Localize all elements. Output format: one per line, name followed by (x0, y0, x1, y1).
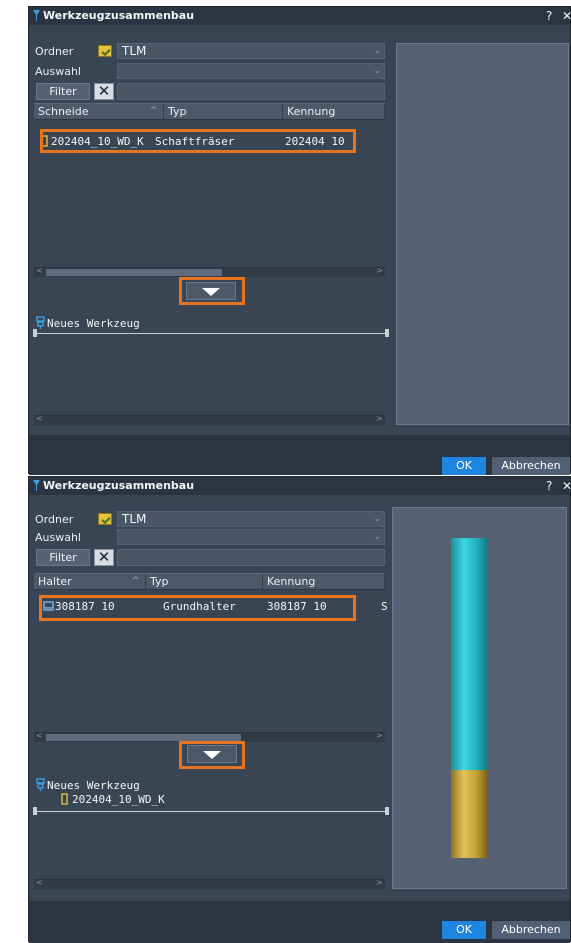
folder-combo[interactable]: TLM ⌄ (117, 43, 385, 59)
scroll-left-icon[interactable]: < (36, 878, 43, 887)
selection-label: Auswahl (35, 65, 81, 78)
column-header-typ[interactable]: Typ (146, 574, 263, 589)
folder-value: TLM (122, 512, 147, 526)
clear-filter-button[interactable]: ✕ (94, 83, 114, 100)
column-label: Kennung (267, 575, 316, 588)
filter-input[interactable] (117, 549, 385, 566)
folder-combo[interactable]: TLM ⌄ (117, 511, 385, 527)
help-button[interactable]: ? (546, 477, 552, 495)
tree-child-label: 202404_10_WD_K (72, 793, 165, 806)
help-button[interactable]: ? (546, 7, 552, 25)
dialog-title: Werkzeugzusammenbau (43, 479, 195, 492)
close-button[interactable]: ✕ (562, 477, 571, 495)
tree-horizontal-scrollbar[interactable]: < > (34, 414, 385, 425)
tree-root-label: Neues Werkzeug (47, 779, 140, 792)
scroll-left-icon[interactable]: < (36, 266, 43, 275)
column-label: Schneide (38, 105, 89, 118)
chevron-down-icon: ⌄ (373, 514, 381, 524)
folder-icon[interactable] (98, 45, 112, 57)
tree-horizontal-scrollbar[interactable]: < > (34, 878, 385, 889)
cancel-button[interactable]: Abbrechen (492, 457, 570, 475)
table-header: Schneide ^ Typ Kennung (34, 103, 385, 120)
scroll-right-icon[interactable]: > (376, 878, 383, 887)
column-header-kennung[interactable]: Kennung (263, 574, 385, 589)
scrollbar-thumb[interactable] (46, 269, 222, 276)
filter-button[interactable]: Filter (36, 549, 90, 566)
dialog-title: Werkzeugzusammenbau (43, 9, 195, 22)
button-highlight (179, 741, 245, 769)
dialog-titlebar[interactable]: Werkzeugzusammenbau ? ✕ (29, 477, 571, 495)
button-highlight (179, 277, 245, 305)
selection-label: Auswahl (35, 531, 81, 544)
scroll-right-icon[interactable]: > (376, 731, 383, 740)
dialog-titlebar[interactable]: Werkzeugzusammenbau ? ✕ (29, 7, 571, 25)
cancel-button[interactable]: Abbrechen (492, 921, 570, 939)
folder-label: Ordner (35, 513, 74, 526)
column-label: Halter (38, 575, 72, 588)
selection-combo[interactable]: ⌄ (117, 63, 385, 79)
scroll-right-icon[interactable]: > (376, 266, 383, 275)
column-header-typ[interactable]: Typ (164, 104, 283, 119)
column-header-kennung[interactable]: Kennung (283, 104, 385, 119)
selection-combo[interactable]: ⌄ (117, 529, 385, 545)
horizontal-scrollbar[interactable]: < > (34, 266, 385, 277)
werkzeug-icon (33, 480, 40, 491)
tool-tree-icon (36, 316, 45, 329)
sort-icon: ^ (150, 106, 158, 116)
scroll-right-icon[interactable]: > (376, 414, 383, 423)
chevron-down-icon: ⌄ (373, 532, 381, 542)
tree-line (34, 333, 386, 334)
tool-preview (392, 507, 567, 889)
dialog-footer: OK Abbrechen (29, 435, 570, 475)
tool-tree-icon (36, 778, 45, 791)
close-button[interactable]: ✕ (562, 7, 571, 25)
scroll-left-icon[interactable]: < (36, 731, 43, 740)
insert-icon (61, 793, 68, 805)
folder-label: Ordner (35, 45, 74, 58)
column-header-halter[interactable]: Halter ^ (34, 574, 146, 589)
tree-bar-cap (385, 807, 389, 815)
table-header: Halter ^ Typ Kennung (34, 573, 385, 590)
tree-line (34, 811, 386, 812)
scroll-left-icon[interactable]: < (36, 414, 43, 423)
tool-cutter (451, 770, 487, 858)
werkzeug-icon (33, 10, 40, 21)
clear-filter-button[interactable]: ✕ (94, 549, 114, 566)
folder-value: TLM (122, 44, 147, 58)
dialog-footer: OK Abbrechen (29, 901, 570, 943)
column-header-schneide[interactable]: Schneide ^ (34, 104, 164, 119)
tool-3d-model (451, 538, 487, 858)
column-label: Typ (150, 575, 169, 588)
ok-button[interactable]: OK (442, 921, 486, 939)
tool-shank (451, 538, 487, 770)
column-label: Typ (168, 105, 187, 118)
tree-root-label: Neues Werkzeug (47, 317, 140, 330)
dialog-werkzeugzusammenbau-2: Werkzeugzusammenbau ? ✕ Ordner TLM ⌄ Aus… (28, 476, 571, 943)
dialog-werkzeugzusammenbau-1: Werkzeugzusammenbau ? ✕ Ordner TLM ⌄ Aus… (28, 6, 571, 475)
chevron-down-icon: ⌄ (373, 66, 381, 76)
chevron-down-icon: ⌄ (373, 46, 381, 56)
row-highlight (39, 595, 356, 621)
tree-bar-cap (385, 329, 389, 337)
tool-preview (396, 43, 569, 425)
filter-button[interactable]: Filter (36, 83, 90, 100)
row-highlight (40, 129, 356, 153)
scrollbar-thumb[interactable] (46, 734, 241, 741)
column-label: Kennung (287, 105, 336, 118)
cell-extra: S (381, 600, 388, 613)
folder-icon[interactable] (98, 513, 112, 525)
ok-button[interactable]: OK (442, 457, 486, 475)
filter-input[interactable] (117, 83, 385, 100)
sort-icon: ^ (132, 576, 140, 586)
